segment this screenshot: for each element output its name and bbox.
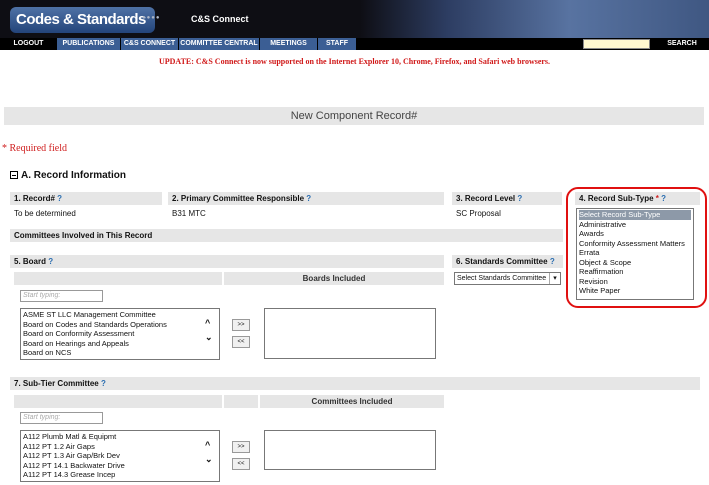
subtier-buttons-header	[224, 395, 258, 408]
site-logo[interactable]: Codes & Standards	[10, 7, 155, 33]
subtier-header: 7. Sub-Tier Committee ?	[10, 377, 700, 390]
nav-meetings[interactable]: MEETINGS	[260, 38, 317, 50]
board-scrollbar[interactable]: ^ ⌄	[205, 319, 217, 349]
help-icon[interactable]: ?	[517, 194, 522, 203]
section-a-header[interactable]: A. Record Information	[10, 170, 126, 181]
committees-included-header: Committees Included	[260, 395, 444, 408]
logo-dots: ●●●●	[142, 15, 161, 21]
update-message: UPDATE: C&S Connect is now supported on …	[158, 57, 551, 66]
board-option[interactable]: ASME ST LLC Management Committee	[23, 310, 217, 320]
primary-committee-header: 2. Primary Committee Responsible ?	[168, 192, 444, 205]
top-nav: LOGOUT PUBLICATIONS C&S CONNECT COMMITTE…	[0, 38, 709, 50]
help-icon[interactable]: ?	[101, 379, 106, 388]
committees-involved-header: Committees Involved in This Record	[10, 229, 563, 242]
subtier-add-button[interactable]: >>	[232, 441, 250, 453]
collapse-icon[interactable]	[10, 171, 18, 179]
boards-included-header: Boards Included	[224, 272, 444, 285]
board-remove-button[interactable]: <<	[232, 336, 250, 348]
board-filter-header	[14, 272, 222, 285]
subtier-scrollbar[interactable]: ^ ⌄	[205, 441, 217, 471]
scroll-up-icon[interactable]: ^	[205, 441, 210, 450]
subtier-remove-button[interactable]: <<	[232, 458, 250, 470]
record-num-value: To be determined	[14, 209, 76, 218]
standards-committee-header: 6. Standards Committee ?	[452, 255, 563, 268]
scroll-down-icon[interactable]: ⌄	[205, 333, 213, 342]
scroll-down-icon[interactable]: ⌄	[205, 455, 213, 464]
nav-committee-central[interactable]: COMMITTEE CENTRAL	[179, 38, 259, 50]
chevron-down-icon[interactable]: ▾	[549, 273, 560, 284]
logo-text: Codes & Standards	[16, 11, 146, 28]
subtier-option[interactable]: A112 PT 14.1 Backwater Drive	[23, 461, 217, 471]
board-add-button[interactable]: >>	[232, 319, 250, 331]
page-title: New Component Record#	[4, 107, 704, 125]
committees-included-list[interactable]	[264, 430, 436, 470]
board-option[interactable]: Board on Conformity Assessment	[23, 329, 217, 339]
board-listbox[interactable]: ASME ST LLC Management Committee Board o…	[20, 308, 220, 360]
help-icon[interactable]: ?	[550, 257, 555, 266]
site-banner: Codes & Standards ●●●● C&S Connect	[0, 0, 709, 38]
record-level-header: 3. Record Level ?	[452, 192, 562, 205]
board-option[interactable]: Board on NCS	[23, 348, 217, 358]
nav-staff[interactable]: STAFF	[318, 38, 356, 50]
subtier-filter-header	[14, 395, 222, 408]
record-num-header: 1. Record# ?	[10, 192, 162, 205]
help-icon[interactable]: ?	[57, 194, 62, 203]
subtier-filter-input[interactable]: Start typing:	[20, 412, 103, 424]
subtype-highlight	[566, 187, 707, 308]
nav-publications[interactable]: PUBLICATIONS	[57, 38, 120, 50]
scroll-up-icon[interactable]: ^	[205, 319, 210, 328]
subtier-listbox[interactable]: A112 Plumb Matl & Equipmt A112 PT 1.2 Ai…	[20, 430, 220, 482]
standards-committee-select-value: Select Standards Committee	[457, 275, 547, 282]
search-button[interactable]: SEARCH	[655, 38, 709, 50]
subtier-option[interactable]: A112 PT 14.3 Grease Incep	[23, 470, 217, 480]
nav-cs-connect[interactable]: C&S CONNECT	[121, 38, 178, 50]
help-icon[interactable]: ?	[48, 257, 53, 266]
subtier-option[interactable]: A112 PT 1.2 Air Gaps	[23, 442, 217, 452]
subtier-option[interactable]: A112 Plumb Matl & Equipmt	[23, 432, 217, 442]
nav-logout[interactable]: LOGOUT	[0, 38, 57, 50]
primary-committee-value: B31 MTC	[172, 209, 206, 218]
board-option[interactable]: Board on Codes and Standards Operations	[23, 320, 217, 330]
standards-committee-select[interactable]: Select Standards Committee ▾	[454, 272, 561, 285]
section-a-title: A. Record Information	[21, 170, 127, 181]
banner-background	[360, 0, 709, 38]
help-icon[interactable]: ?	[306, 194, 311, 203]
board-header: 5. Board ?	[10, 255, 444, 268]
board-filter-input[interactable]: Start typing:	[20, 290, 103, 302]
subtier-option[interactable]: A112 PT 1.3 Air Gap/Brk Dev	[23, 451, 217, 461]
record-level-value: SC Proposal	[456, 209, 501, 218]
app-subtitle: C&S Connect	[191, 14, 249, 24]
search-input[interactable]	[583, 39, 650, 49]
required-field-note: * Required field	[2, 143, 67, 154]
board-option[interactable]: Board on Hearings and Appeals	[23, 339, 217, 349]
boards-included-list[interactable]	[264, 308, 436, 359]
